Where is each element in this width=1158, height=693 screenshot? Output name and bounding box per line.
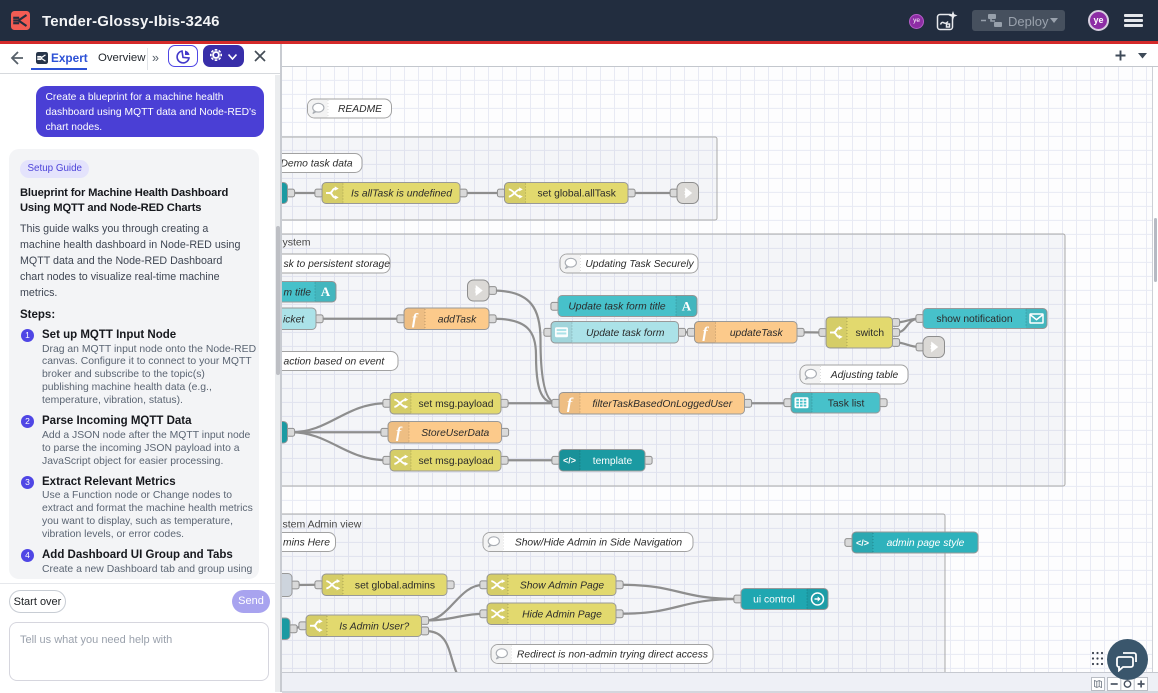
svg-text:m title: m title (284, 287, 312, 298)
svg-text:Update task form: Update task form (586, 328, 665, 339)
svg-text:action based on event: action based on event (284, 357, 386, 368)
svg-text:Hide Admin Page: Hide Admin Page (522, 609, 602, 620)
svg-text:show notification: show notification (936, 314, 1012, 325)
svg-text:admin page style: admin page style (887, 538, 965, 549)
svg-text:README: README (338, 104, 382, 115)
svg-text:Update task form title: Update task form title (568, 302, 666, 313)
svg-text:stem Admin view: stem Admin view (283, 519, 362, 531)
svg-text:Show Admin Page: Show Admin Page (520, 580, 605, 591)
svg-text:mins Here: mins Here (283, 538, 330, 549)
svg-text:Updating Task Securely: Updating Task Securely (585, 259, 694, 270)
svg-text:A: A (682, 298, 692, 313)
svg-text:set global.admins: set global.admins (355, 580, 435, 591)
svg-text:sk to persistent storage: sk to persistent storage (284, 259, 391, 270)
svg-text:Adjusting table: Adjusting table (830, 370, 899, 381)
svg-text:icket: icket (283, 314, 305, 325)
svg-text:StoreUserData: StoreUserData (421, 428, 489, 439)
svg-text:</>: </> (563, 456, 576, 466)
svg-text:template: template (593, 456, 633, 467)
svg-text:Redirect is non-admin trying d: Redirect is non-admin trying direct acce… (517, 650, 708, 661)
svg-text:ystem: ystem (283, 237, 311, 249)
svg-text:Task list: Task list (828, 398, 865, 409)
svg-text:</>: </> (856, 538, 869, 548)
svg-text:ui control: ui control (753, 595, 795, 606)
svg-text:addTask: addTask (438, 314, 477, 325)
svg-text:A: A (321, 284, 331, 299)
svg-text:set msg.payload: set msg.payload (419, 399, 494, 410)
svg-text:set msg.payload: set msg.payload (419, 456, 494, 467)
svg-text:switch: switch (855, 328, 884, 339)
svg-text:Is Admin User?: Is Admin User? (339, 621, 409, 632)
svg-text:Show/Hide Admin in Side Naviga: Show/Hide Admin in Side Navigation (515, 538, 683, 549)
svg-text:set global.allTask: set global.allTask (538, 189, 617, 200)
svg-text:updateTask: updateTask (730, 328, 784, 339)
svg-text:filterTaskBasedOnLoggedUser: filterTaskBasedOnLoggedUser (592, 399, 732, 410)
svg-text:Demo task data: Demo task data (280, 159, 352, 170)
svg-text:Is allTask is undefined: Is allTask is undefined (351, 189, 452, 200)
